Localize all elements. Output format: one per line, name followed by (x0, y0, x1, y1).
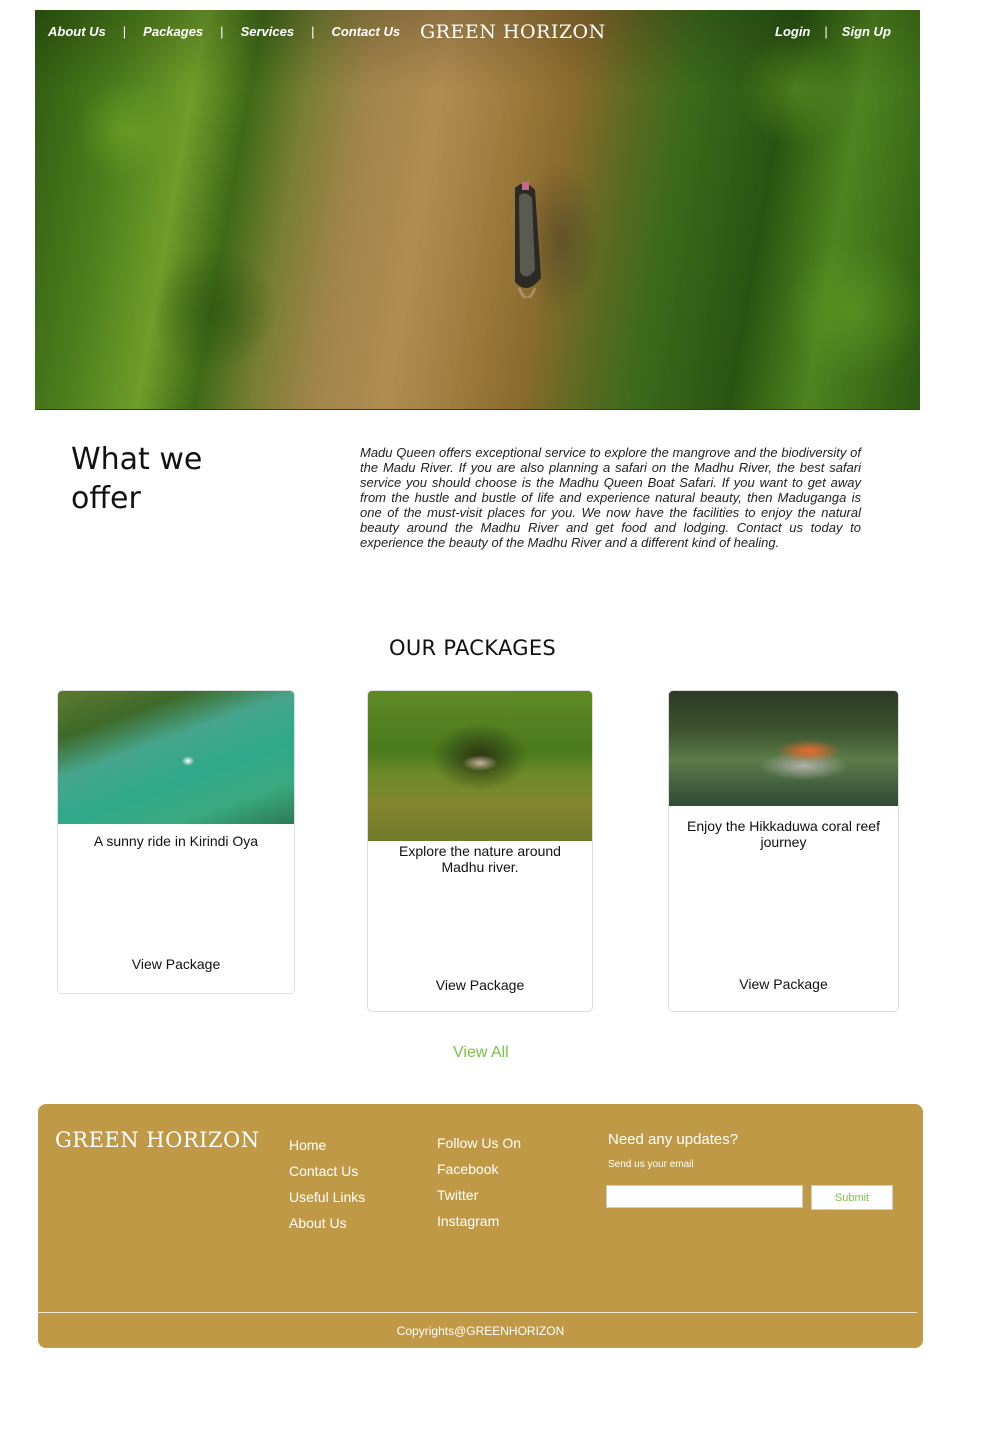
view-all-link[interactable]: View All (453, 1044, 509, 1062)
footer-logo[interactable]: GREEN HORIZON (55, 1128, 260, 1152)
package-image-hikkaduwa (669, 691, 898, 806)
footer-link-contact-us[interactable]: Contact Us (289, 1158, 365, 1184)
site-logo[interactable]: GREEN HORIZON (420, 21, 606, 43)
footer-link-useful-links[interactable]: Useful Links (289, 1184, 365, 1210)
hero-image-overlay (35, 10, 920, 409)
submit-button[interactable]: Submit (811, 1185, 893, 1210)
view-package-button[interactable]: View Package (58, 956, 294, 972)
email-label: Send us your email (608, 1159, 694, 1170)
copyright-text: Copyrights@GREENHORIZON (396, 1324, 565, 1338)
package-title: A sunny ride in Kirindi Oya (93, 833, 259, 849)
offer-description: Madu Queen offers exceptional service to… (360, 445, 861, 550)
nav-about-us[interactable]: About Us (48, 24, 106, 39)
nav-packages[interactable]: Packages (143, 24, 203, 39)
auth-separator: | (824, 24, 828, 39)
auth-nav: Login | Sign Up (775, 24, 891, 39)
package-image-kirindi-oya (58, 691, 294, 824)
view-package-button[interactable]: View Package (368, 977, 592, 993)
package-card: Explore the nature around Madhu river. V… (367, 690, 593, 1012)
footer-link-facebook[interactable]: Facebook (437, 1156, 521, 1182)
nav-contact-us[interactable]: Contact Us (331, 24, 400, 39)
nav-separator: | (311, 24, 315, 39)
package-title: Enjoy the Hikkaduwa coral reef journey (687, 818, 880, 850)
follow-us-heading: Follow Us On (437, 1135, 522, 1151)
login-link[interactable]: Login (775, 24, 810, 39)
footer-divider (38, 1312, 917, 1313)
view-package-button[interactable]: View Package (669, 976, 898, 992)
footer-link-instagram[interactable]: Instagram (437, 1208, 521, 1234)
footer-social: Follow Us On Facebook Twitter Instagram (437, 1130, 521, 1234)
boat-image (515, 182, 541, 298)
footer: GREEN HORIZON Home Contact Us Useful Lin… (38, 1104, 923, 1348)
hero-banner (35, 10, 920, 410)
footer-link-twitter[interactable]: Twitter (437, 1182, 521, 1208)
package-card: A sunny ride in Kirindi Oya View Package (57, 690, 295, 994)
offer-heading: What we offer (71, 442, 203, 516)
footer-link-about-us[interactable]: About Us (289, 1210, 365, 1236)
main-nav: About Us | Packages | Services | Contact… (48, 24, 400, 39)
packages-heading: OUR PACKAGES (389, 636, 557, 660)
nav-separator: | (122, 24, 127, 39)
nav-services[interactable]: Services (241, 24, 295, 39)
package-card: Enjoy the Hikkaduwa coral reef journey V… (668, 690, 899, 1012)
package-image-madhu-river (368, 691, 592, 841)
email-input[interactable] (606, 1185, 803, 1208)
footer-links: Home Contact Us Useful Links About Us (289, 1132, 365, 1236)
updates-heading: Need any updates? (608, 1131, 739, 1148)
nav-separator: | (220, 24, 224, 39)
footer-link-home[interactable]: Home (289, 1132, 365, 1158)
signup-link[interactable]: Sign Up (842, 24, 891, 39)
package-title: Explore the nature around Madhu river. (399, 843, 561, 875)
